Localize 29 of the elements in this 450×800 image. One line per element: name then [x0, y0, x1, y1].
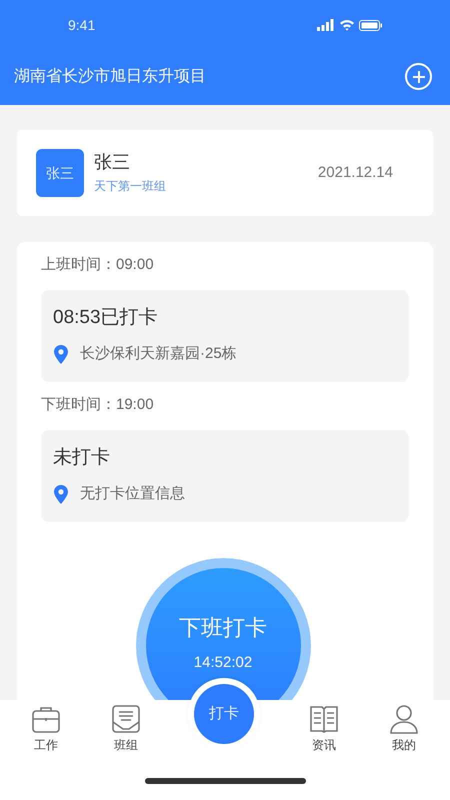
shift-time-label: 下班时间：19:00	[41, 395, 155, 415]
tray-icon	[111, 704, 141, 734]
person-icon	[389, 704, 419, 734]
shift-time-label: 上班时间：09:00	[41, 255, 155, 275]
briefcase-icon	[31, 704, 61, 734]
tab-item[interactable]: 班组	[110, 704, 142, 760]
punch-status: 未打卡	[53, 446, 111, 469]
wifi-icon	[339, 19, 354, 31]
location-pin-icon	[54, 344, 68, 364]
tab-item[interactable]: 我的	[388, 704, 420, 760]
avatar: 张三	[36, 149, 84, 197]
location-text: 长沙保利天新嘉园·25栋	[80, 344, 237, 364]
book-icon	[309, 704, 339, 734]
team-name: 天下第一班组	[94, 178, 166, 195]
tab-item[interactable]: 工作	[30, 704, 62, 760]
tab-item[interactable]: 资讯	[308, 704, 340, 760]
add-button[interactable]	[405, 63, 432, 90]
plus-icon	[412, 70, 426, 84]
location-text: 无打卡位置信息	[80, 484, 185, 504]
punch-label: 下班打卡	[179, 614, 267, 642]
battery-icon	[359, 20, 382, 30]
current-time: 14:52:02	[194, 654, 252, 672]
location-pin-icon	[54, 484, 68, 504]
status-time: 9:41	[68, 16, 96, 34]
date-text: 2021.12.14	[318, 162, 393, 183]
signal-icon	[317, 19, 334, 31]
header-title: 湖南省长沙市旭日东升项目	[14, 66, 206, 86]
punch-status: 08:53已打卡	[53, 306, 159, 329]
user-name: 张三	[94, 151, 131, 173]
